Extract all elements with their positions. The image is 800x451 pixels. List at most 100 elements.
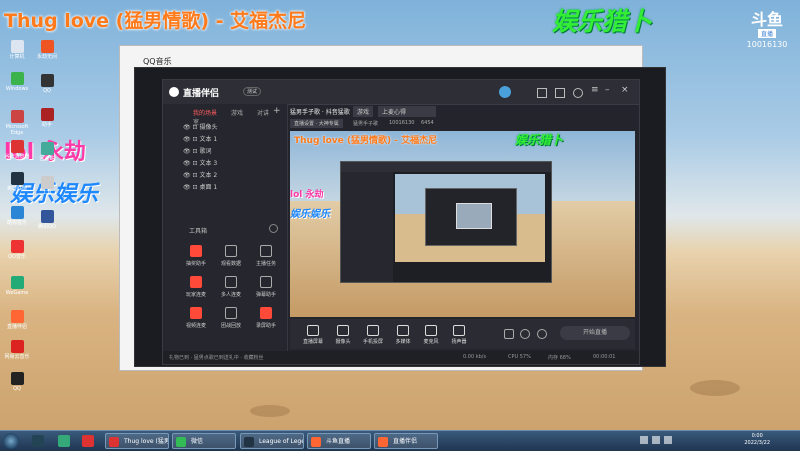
tool-player-link[interactable]: 玩家连麦 (181, 276, 211, 298)
media-button[interactable]: 多媒体 (388, 325, 418, 345)
taskbar-item-label: 直播伴侣 (393, 438, 418, 445)
desktop-icon[interactable]: 英雄联盟 (2, 172, 32, 192)
scene-item[interactable]: 👁 ⊡ 文本 1 (183, 134, 217, 146)
volume-icon[interactable] (664, 436, 672, 444)
tool-multi-link[interactable]: 多人连麦 (216, 276, 246, 298)
gift-icon[interactable] (555, 88, 565, 98)
desktop-app-icon (10, 206, 24, 219)
taskbar-item[interactable]: 斗鱼直播 (307, 433, 371, 449)
replay-icon (225, 307, 237, 319)
clock[interactable]: 0:00 2022/3/22 (744, 433, 770, 447)
taskbar-item[interactable]: 直播伴侣 (374, 433, 438, 449)
network-icon[interactable] (652, 436, 660, 444)
screen-capture-button[interactable]: 直播屏幕 (298, 325, 328, 345)
stream-title-field[interactable]: 猛男手子歌 · 抖音猛歌 (290, 107, 350, 116)
settings-icon[interactable] (520, 329, 530, 339)
desktop-icon[interactable]: 助手 (32, 108, 62, 128)
music-quicklaunch-icon[interactable] (82, 435, 94, 447)
desktop-app-icon (10, 340, 24, 353)
desktop-icon[interactable]: WeGame (2, 276, 32, 296)
taskbar-item[interactable]: Thug love (猛男情歌) (105, 433, 169, 449)
shop-icon[interactable] (537, 88, 547, 98)
add-scene-icon[interactable]: + (273, 106, 281, 116)
scene-item[interactable]: 👁 ⊡ 摄像头 (183, 122, 217, 134)
tab-my-scenes[interactable]: 我的场景 (193, 110, 217, 117)
tool-stats[interactable]: 观看数据 (216, 245, 246, 267)
desktop-app-icon (40, 108, 54, 121)
desktop-icon[interactable]: 酷狗音乐 (2, 206, 32, 226)
scene-item[interactable]: 👁 ⊡ 歌词 (183, 146, 211, 158)
toolbox-more-icon[interactable] (269, 224, 278, 233)
explorer-quicklaunch-icon[interactable] (58, 435, 70, 447)
desktop-app-icon (40, 142, 54, 155)
system-tray[interactable] (640, 436, 730, 446)
live-companion-window[interactable]: 直播伴侣 测试 ≡ – × 我的场景 游戏 对讲室 + 👁 ⊡ 摄像头 👁 ⊡ 文本… (162, 79, 640, 365)
desktop-icon[interactable]: 谷歌浏览器 (2, 140, 32, 160)
desktop-icon[interactable]: 回收站 (32, 142, 62, 162)
room-settings-button[interactable]: 直播设置 · 大神专属 (290, 119, 343, 128)
scene-item[interactable]: 👁 ⊡ 桌面 1 (183, 182, 217, 194)
taskbar-item-label: Thug love (猛男情歌) (124, 438, 169, 445)
preview-watermark-side: 娱乐娱乐 (290, 209, 330, 220)
desktop-icon[interactable]: QQ (2, 372, 32, 392)
desktop-icon[interactable]: Microsoft Edge (2, 110, 32, 136)
camera-button[interactable]: 摄像头 (328, 325, 358, 345)
speaker-button[interactable]: 扬声器 (444, 325, 474, 345)
tool-lottery[interactable]: 抽奖助手 (181, 245, 211, 267)
desktop-icon[interactable]: 腾讯QQ (32, 210, 62, 230)
tool-recorder[interactable]: 录屏助手 (251, 307, 281, 329)
desktop-icon-label: Windows (5, 86, 29, 92)
tool-danmaku[interactable]: 弹幕助手 (251, 276, 281, 298)
desktop-icon[interactable]: 计算机 (2, 40, 32, 60)
phone-cast-button[interactable]: 手机投屏 (358, 325, 388, 345)
tab-game[interactable]: 游戏 (231, 110, 243, 117)
tool-replay[interactable]: 团战回放 (216, 307, 246, 329)
tray-icon[interactable] (640, 436, 648, 444)
taskbar-item[interactable]: League of Legends (240, 433, 304, 449)
app-logo-icon (169, 87, 179, 97)
desktop-icon-label: 计算机 (9, 54, 25, 60)
desktop-icon[interactable]: 工具 (32, 176, 62, 196)
stream-preview[interactable]: Thug love (猛男情歌) - 艾福杰尼 娱乐猎卜 lol 永劫 娱乐娱乐 (290, 131, 635, 317)
desktop-icon[interactable]: 直播伴侣 (2, 310, 32, 330)
desktop-app-icon (40, 176, 54, 189)
douyu-logo-sub: 直播 (757, 29, 776, 38)
danmaku-icon (260, 276, 272, 288)
avatar[interactable] (499, 86, 511, 98)
taskbar-item[interactable]: 微信 (172, 433, 236, 449)
desktop-icon[interactable]: QQ音乐 (2, 240, 32, 260)
menu-icon[interactable]: ≡ (591, 85, 599, 95)
notification-icon[interactable] (573, 88, 583, 98)
gear-icon[interactable] (537, 329, 547, 339)
lol-quicklaunch-icon[interactable] (32, 435, 44, 447)
sand-detail (690, 380, 740, 396)
desktop-icon[interactable]: 网易云音乐 (2, 340, 32, 360)
close-icon[interactable]: × (621, 85, 629, 95)
category-select[interactable]: 游戏 (353, 106, 374, 117)
status-bar: 礼物已到 · 猛男点歌已到送礼中 · 收藏粉丝 0.00 kb/s CPU 57… (163, 351, 639, 364)
start-button[interactable] (3, 433, 19, 449)
desktop-icon[interactable]: Windows (2, 72, 32, 92)
record-icon[interactable] (504, 329, 514, 339)
start-live-button[interactable]: 开始直播 (560, 326, 630, 340)
screen-icon (307, 325, 319, 336)
tool-tasks[interactable]: 主播任务 (251, 245, 281, 267)
desktop-icon[interactable]: QQ (32, 74, 62, 94)
status-text: 礼物已到 · 猛男点歌已到送礼中 · 收藏粉丝 (169, 355, 264, 361)
taskbar: Thug love (猛男情歌) 微信 League of Legends 斗鱼直播 直… (0, 430, 800, 451)
nested-left-panel (341, 172, 393, 282)
sand-detail (250, 405, 290, 417)
desktop-icon-label: 助手 (41, 122, 52, 128)
desktop-icon-label: 英雄联盟 (6, 186, 27, 192)
scene-item[interactable]: 👁 ⊡ 文本 2 (183, 170, 217, 182)
minimize-icon[interactable]: – (605, 85, 610, 95)
live-duration: 00:00:01 (593, 354, 616, 360)
desktop-icon[interactable]: 永劫无间 (32, 40, 62, 60)
tool-video-link[interactable]: 视频连麦 (181, 307, 211, 329)
edit-button[interactable]: 上麦心得 (378, 106, 436, 117)
scene-item[interactable]: 👁 ⊡ 文本 3 (183, 158, 217, 170)
taskbar-app-icon (109, 437, 119, 447)
desktop-app-icon (10, 372, 24, 385)
microphone-button[interactable]: 麦克风 (416, 325, 446, 345)
desktop-app-icon (10, 276, 24, 289)
